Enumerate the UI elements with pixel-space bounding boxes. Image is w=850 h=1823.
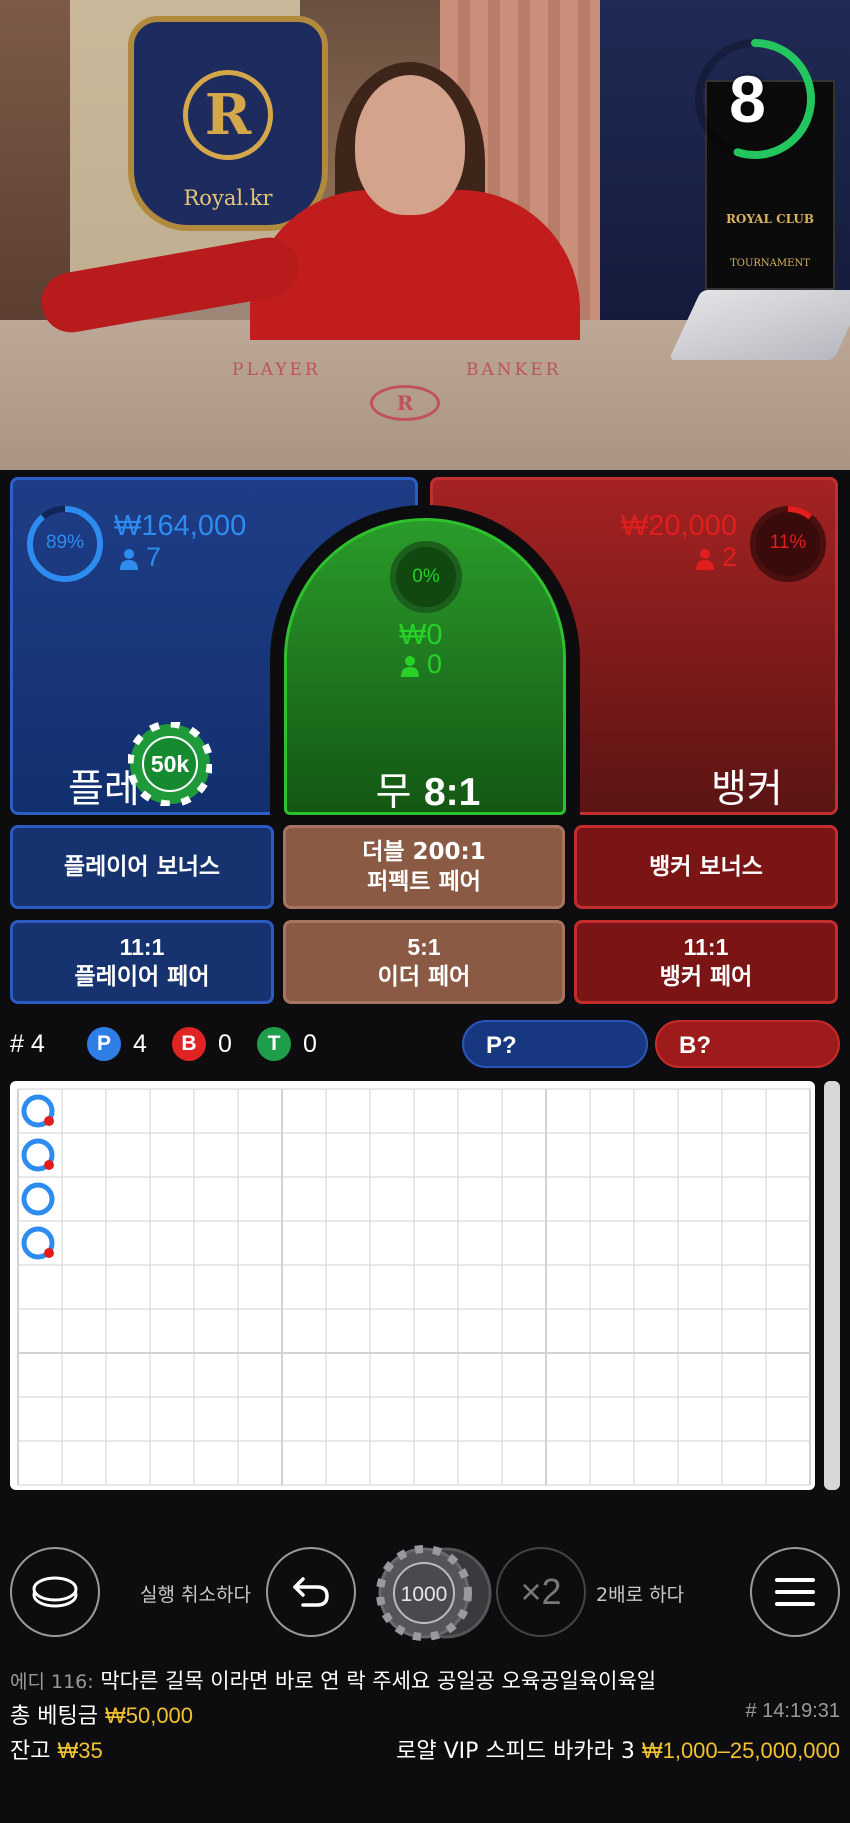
player-bettor-count: 7 [120, 542, 161, 573]
perfect-pair-button[interactable]: 더블 200:1 퍼펙트 페어 [283, 825, 565, 909]
double-button[interactable]: ×2 [496, 1547, 586, 1637]
road-result-player [21, 1226, 55, 1260]
double-label: 2배로 하다 [596, 1584, 685, 1606]
casino-logo-text: Royal.kr [183, 186, 273, 210]
card-shoe [668, 290, 850, 360]
person-icon [120, 548, 138, 570]
tournament-text: TOURNAMENT [730, 258, 810, 269]
player-percent: 89% [45, 532, 85, 553]
double-symbol: ×2 [520, 1571, 562, 1612]
road-result-player [21, 1138, 55, 1172]
casino-logo-letter: R [183, 70, 273, 160]
total-bet-value: ₩50,000 [104, 1703, 194, 1728]
tie-bettor-count: 0 [401, 649, 442, 680]
player-stat-badge: P [87, 1027, 121, 1061]
chip-selector[interactable]: 1000 [364, 1543, 494, 1643]
roadmap-scrollbar[interactable] [824, 1081, 840, 1490]
tie-total-amount: ₩0 [399, 619, 443, 651]
table-limits: ₩1,000–25,000,000 [641, 1738, 840, 1763]
shoe-stats: # 4 P 4 B 0 T 0 [10, 1022, 460, 1066]
countdown-timer-value: 8 [729, 62, 766, 136]
banker-win-count: 0 [218, 1029, 232, 1058]
tie-stat-badge: T [257, 1027, 291, 1061]
chat-text: 막다른 길목 이라면 바로 연 락 주세요 공일공 오육공일육이육일 [100, 1669, 657, 1693]
either-pair-button[interactable]: 5:1 이더 페어 [283, 920, 565, 1004]
player-total-amount: ₩164,000 [114, 510, 247, 542]
chip-stack-icon [32, 1576, 78, 1608]
person-icon [401, 655, 419, 677]
game-round-id: # 14:19:31 [745, 1700, 840, 1722]
undo-label: 실행 취소하다 [140, 1584, 251, 1606]
banker-bonus-button[interactable]: 뱅커 보너스 [574, 825, 838, 909]
tie-bet-spot[interactable]: 0% ₩0 0 무 8:1 [284, 518, 566, 815]
player-predict-button[interactable]: P? [462, 1020, 648, 1068]
pair-marker-dot [44, 1248, 54, 1258]
table-info: 로얄 VIP 스피드 바카라 3 ₩1,000–25,000,000 [396, 1733, 840, 1765]
menu-button[interactable] [750, 1547, 840, 1637]
undo-button[interactable] [266, 1547, 356, 1637]
tie-percent: 0% [412, 566, 440, 587]
road-result-player [21, 1094, 55, 1128]
banker-total-amount: ₩20,000 [620, 510, 737, 542]
banker-stat-badge: B [172, 1027, 206, 1061]
banker-label: 뱅커 [711, 767, 783, 812]
banker-predict-button[interactable]: B? [655, 1020, 840, 1068]
chat-username: 에디 116: [10, 1671, 94, 1693]
total-bet: 총 베팅금 ₩50,000 [10, 1698, 193, 1730]
road-result-player [21, 1182, 55, 1216]
player-win-count: 4 [133, 1029, 147, 1058]
player-bonus-button[interactable]: 플레이어 보너스 [10, 825, 274, 909]
hamburger-menu-icon [775, 1578, 815, 1606]
player-pair-button[interactable]: 11:1 플레이어 페어 [10, 920, 274, 1004]
total-bet-label: 총 베팅금 [10, 1704, 98, 1729]
tie-count: 0 [303, 1029, 317, 1058]
banker-percent: 11% [769, 532, 807, 553]
round-number: # 4 [10, 1029, 45, 1058]
undo-icon [293, 1577, 329, 1607]
pair-marker-dot [44, 1160, 54, 1170]
felt-logo: R [370, 385, 440, 421]
balance-value: ₩35 [57, 1738, 103, 1763]
chip-value: 50k [151, 751, 190, 777]
royal-club-text: ROYAL CLUB [725, 212, 815, 226]
scoreboard-roadmap[interactable] [10, 1081, 815, 1490]
pair-marker-dot [44, 1116, 54, 1126]
balance-label: 잔고 [10, 1739, 51, 1764]
felt-player-text: PLAYER [232, 360, 321, 380]
placed-chip-50k[interactable]: 50k [128, 722, 212, 806]
selected-chip-value: 1000 [401, 1583, 448, 1606]
chat-message: 에디 116: 막다른 길목 이라면 바로 연 락 주세요 공일공 오육공일육이… [10, 1665, 656, 1695]
game-screen: R Royal.kr PLAYER BANKER R ROYAL CLUB TO… [0, 0, 850, 1823]
banker-bettor-count: 2 [695, 542, 737, 573]
felt-banker-text: BANKER [466, 360, 562, 380]
tie-label: 무 8:1 [375, 770, 481, 815]
chip-stack-button[interactable] [10, 1547, 100, 1637]
banker-pair-button[interactable]: 11:1 뱅커 페어 [574, 920, 838, 1004]
table-name: 로얄 VIP 스피드 바카라 3 [396, 1739, 635, 1764]
roadmap-grid [17, 1088, 811, 1486]
balance: 잔고 ₩35 [10, 1733, 103, 1765]
person-icon [695, 548, 714, 570]
